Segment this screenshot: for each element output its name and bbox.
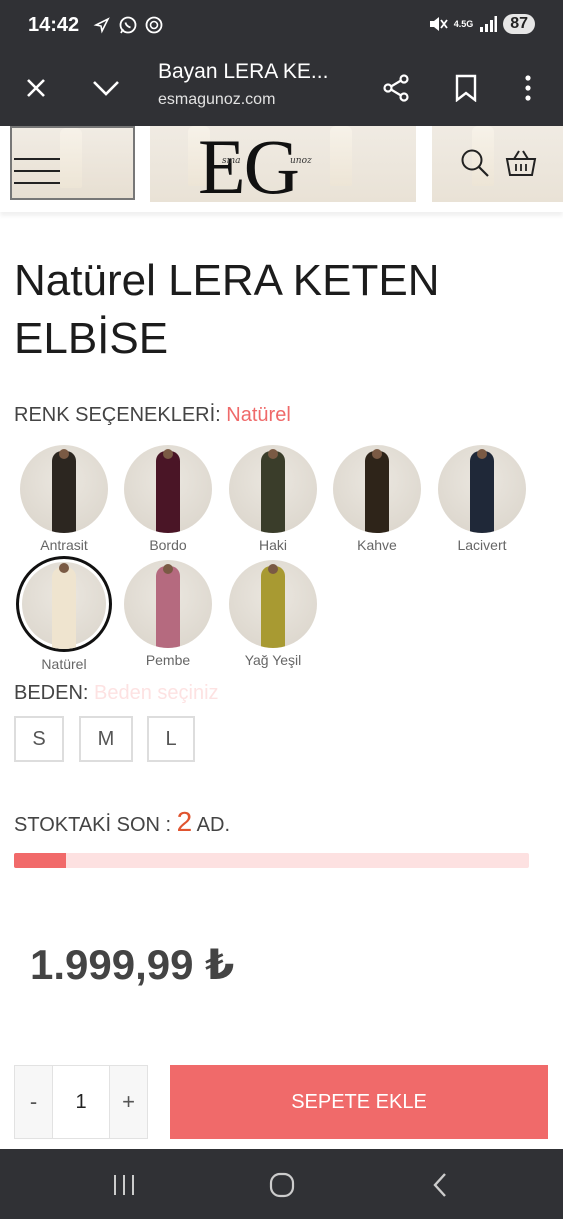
system-navigation-bar bbox=[0, 1149, 563, 1219]
basket-icon bbox=[505, 150, 537, 176]
status-bar: 14:42 4.5G 87 bbox=[0, 0, 563, 52]
quantity-decrease-button[interactable]: - bbox=[15, 1066, 52, 1138]
color-swatch-image bbox=[124, 560, 212, 648]
color-swatch-label: Pembe bbox=[145, 652, 191, 668]
status-right: 4.5G 87 bbox=[428, 14, 535, 34]
size-label: BEDEN: Beden seçiniz bbox=[14, 682, 219, 704]
minimize-button[interactable] bbox=[84, 66, 128, 110]
mute-icon bbox=[429, 17, 448, 31]
site-header: EG sma unoz bbox=[0, 126, 563, 212]
color-swatch-image bbox=[124, 445, 212, 533]
home-button[interactable] bbox=[262, 1169, 302, 1201]
product-title: Natürel LERA KETEN ELBİSE bbox=[14, 256, 440, 363]
size-hint: Beden seçiniz bbox=[94, 682, 219, 704]
color-swatch-label: Yağ Yeşil bbox=[244, 652, 302, 668]
notification-icons bbox=[92, 15, 164, 35]
page-title[interactable]: Bayan LERA KE... bbox=[158, 60, 328, 84]
browser-toolbar: Bayan LERA KE... esmagunoz.com bbox=[0, 52, 563, 126]
color-swatch-pembe[interactable]: Pembe bbox=[120, 560, 216, 668]
stock-count: 2 bbox=[176, 806, 193, 837]
color-swatch-ya-ye-il[interactable]: Yağ Yeşil bbox=[225, 560, 321, 668]
close-tab-button[interactable] bbox=[14, 66, 58, 110]
color-swatch-image bbox=[229, 445, 317, 533]
more-options-button[interactable] bbox=[506, 66, 550, 110]
color-swatch-lacivert[interactable]: Lacivert bbox=[434, 445, 530, 553]
stock-progress-fill bbox=[14, 853, 66, 868]
home-icon bbox=[269, 1172, 295, 1198]
recent-apps-button[interactable] bbox=[104, 1169, 144, 1201]
color-swatch-label: Antrasit bbox=[40, 537, 88, 553]
share-icon bbox=[383, 74, 409, 102]
stock-progress-bar bbox=[14, 853, 529, 868]
color-swatch-haki[interactable]: Haki bbox=[225, 445, 321, 553]
share-button[interactable] bbox=[374, 66, 418, 110]
size-option-l[interactable]: L bbox=[147, 716, 195, 762]
logo-subtext-left: sma bbox=[222, 156, 241, 166]
color-swatch-label: Kahve bbox=[357, 537, 397, 553]
chevron-down-icon bbox=[93, 81, 119, 96]
search-button[interactable] bbox=[458, 146, 492, 180]
recent-apps-icon bbox=[114, 1175, 134, 1195]
bookmark-icon bbox=[455, 74, 477, 102]
color-swatch-image bbox=[438, 445, 526, 533]
back-icon bbox=[433, 1173, 446, 1197]
color-swatch-antrasit[interactable]: Antrasit bbox=[16, 445, 112, 553]
color-swatch-image bbox=[16, 556, 112, 652]
color-swatch-image bbox=[333, 445, 421, 533]
color-swatch-label: Haki bbox=[258, 537, 287, 553]
page-url[interactable]: esmagunoz.com bbox=[158, 91, 275, 109]
color-swatch-image bbox=[229, 560, 317, 648]
menu-button[interactable] bbox=[10, 126, 135, 200]
color-options-label: RENK SEÇENEKLERİ: Natürel bbox=[14, 404, 291, 426]
selected-color: Natürel bbox=[226, 404, 291, 426]
navigation-icon bbox=[93, 17, 110, 34]
product-price: 1.999,99 ₺ bbox=[30, 941, 235, 988]
size-option-s[interactable]: S bbox=[14, 716, 64, 762]
color-swatch-kahve[interactable]: Kahve bbox=[329, 445, 425, 553]
header-banner-image-right bbox=[432, 126, 563, 202]
close-icon bbox=[27, 79, 45, 97]
signal-icon bbox=[480, 16, 498, 32]
quantity-stepper: - 1 + bbox=[14, 1065, 148, 1139]
status-time: 14:42 bbox=[28, 14, 80, 36]
hamburger-icon bbox=[14, 158, 60, 194]
back-button[interactable] bbox=[420, 1169, 460, 1201]
color-swatch-bordo[interactable]: Bordo bbox=[120, 445, 216, 553]
quantity-increase-button[interactable]: + bbox=[110, 1066, 147, 1138]
quantity-input[interactable]: 1 bbox=[52, 1066, 110, 1138]
stock-info: STOKTAKİ SON : 2 AD. bbox=[14, 806, 231, 837]
color-swatch-label: Bordo bbox=[149, 537, 187, 553]
search-icon bbox=[461, 149, 489, 177]
add-to-cart-button[interactable]: SEPETE EKLE bbox=[170, 1065, 548, 1139]
color-swatch-label: Natürel bbox=[41, 656, 87, 672]
color-swatch-image bbox=[20, 445, 108, 533]
network-type: 4.5G bbox=[453, 18, 474, 29]
color-swatch-nat-rel[interactable]: Natürel bbox=[16, 556, 112, 672]
cart-button[interactable] bbox=[504, 146, 538, 180]
app-notification-icon bbox=[145, 16, 163, 34]
size-option-m[interactable]: M bbox=[79, 716, 133, 762]
site-logo[interactable]: EG bbox=[198, 128, 300, 206]
color-swatch-label: Lacivert bbox=[457, 537, 507, 553]
whatsapp-icon bbox=[119, 16, 137, 34]
more-vertical-icon bbox=[525, 75, 531, 101]
logo-subtext-right: unoz bbox=[290, 156, 312, 166]
battery-level: 87 bbox=[503, 14, 535, 34]
bookmark-button[interactable] bbox=[444, 66, 488, 110]
